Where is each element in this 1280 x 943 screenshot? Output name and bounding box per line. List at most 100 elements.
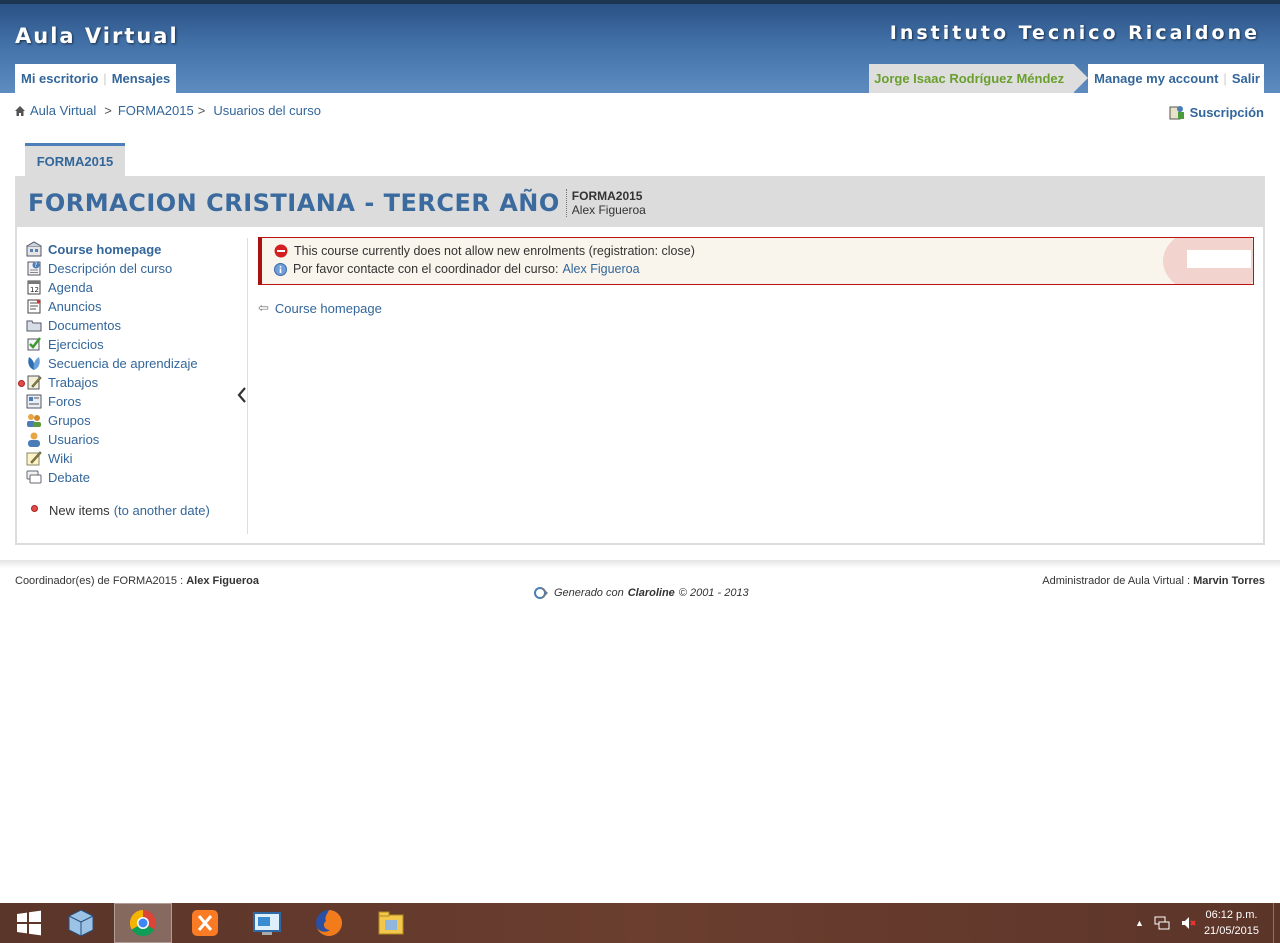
folder-icon <box>26 320 42 332</box>
nav-messages[interactable]: Mensajes <box>111 71 172 86</box>
footer-admin-link[interactable]: Marvin Torres <box>1193 575 1265 587</box>
course-code: FORMA2015 <box>571 188 643 203</box>
home-icon <box>15 105 25 116</box>
back-to-course-homepage-link[interactable]: ⇦ Course homepage <box>258 300 382 316</box>
tool-label: Documentos <box>48 318 121 333</box>
course-panel: FORMACION CRISTIANA - TERCER AÑO FORMA20… <box>15 176 1265 545</box>
tool-groups[interactable]: Grupos <box>26 411 246 430</box>
xampp-icon <box>192 910 218 936</box>
tool-course-homepage[interactable]: Course homepage <box>26 240 246 259</box>
footer-coordinator: Coordinador(es) de FORMA2015 : Alex Figu… <box>15 575 259 587</box>
tool-assignments[interactable]: Trabajos <box>18 373 246 392</box>
nav-separator: | <box>103 71 107 86</box>
tool-description[interactable]: ? Descripción del curso <box>26 259 246 278</box>
firefox-icon <box>316 910 342 936</box>
tool-agenda[interactable]: 12 Agenda <box>26 278 246 297</box>
tool-label: Foros <box>48 394 82 409</box>
user-nav: Jorge Isaac Rodríguez Méndez Manage my a… <box>869 64 1264 93</box>
error-text: This course currently does not allow new… <box>294 244 695 258</box>
footer-coordinator-link[interactable]: Alex Figueroa <box>186 575 259 587</box>
remote-desktop-icon <box>253 912 281 935</box>
message-decoration <box>1187 250 1251 268</box>
breadcrumb-item-home[interactable]: Aula Virtual <box>30 103 96 118</box>
network-icon[interactable] <box>1154 915 1170 931</box>
new-item-dot <box>18 380 25 387</box>
footer-divider <box>0 560 1280 568</box>
user-name[interactable]: Jorge Isaac Rodríguez Méndez <box>869 64 1089 93</box>
description-icon: ? <box>27 261 41 276</box>
site-header: Aula Virtual Instituto Tecnico Ricaldone… <box>0 0 1280 93</box>
main-nav: Mi escritorio | Mensajes <box>15 64 177 93</box>
another-date-link[interactable]: (to another date) <box>114 503 210 518</box>
tool-learning-path[interactable]: Secuencia de aprendizaje <box>26 354 246 373</box>
system-clock[interactable]: 06:12 p.m. 21/05/2015 <box>1204 907 1259 939</box>
new-items-label: New items <box>49 503 110 518</box>
tool-label: Trabajos <box>48 375 99 390</box>
tool-forums[interactable]: Foros <box>26 392 246 411</box>
tool-label: Usuarios <box>48 432 100 447</box>
enrolment-message-box: This course currently does not allow new… <box>258 237 1254 285</box>
svg-text:?: ? <box>34 262 37 269</box>
taskbar-app-box[interactable] <box>52 903 110 943</box>
tool-label: Anuncios <box>48 299 102 314</box>
tool-documents[interactable]: Documentos <box>26 316 246 335</box>
institution-name[interactable]: Instituto Tecnico Ricaldone <box>890 22 1260 44</box>
speaker-muted-icon[interactable] <box>1180 915 1196 931</box>
course-tool-list: Course homepage ? Descripción del curso … <box>18 240 246 487</box>
taskbar-app-xampp[interactable] <box>176 903 234 943</box>
breadcrumb: Aula Virtual > FORMA2015 > Usuarios del … <box>15 103 321 118</box>
learning-path-icon <box>28 357 40 370</box>
wiki-icon <box>26 451 42 466</box>
chat-icon <box>26 470 42 484</box>
virtualbox-icon <box>68 909 94 937</box>
calendar-icon: 12 <box>27 280 41 295</box>
taskbar-app-chrome[interactable] <box>114 903 172 943</box>
course-meta: FORMA2015 Alex Figueroa <box>565 188 646 217</box>
tab-course[interactable]: FORMA2015 <box>25 143 125 176</box>
subscription-link[interactable]: Suscripción <box>1169 104 1264 120</box>
file-explorer-icon <box>378 911 404 935</box>
tool-label: Course homepage <box>48 242 162 257</box>
coordinator-link[interactable]: Alex Figueroa <box>562 262 639 276</box>
course-teacher: Alex Figueroa <box>571 202 646 217</box>
user-links: Manage my account | Salir <box>1088 64 1264 93</box>
start-button[interactable] <box>0 903 58 943</box>
footer-admin-label: Administrador de Aula Virtual : <box>1042 575 1190 587</box>
system-tray: ▲ 06:12 p.m. 21/05/2015 <box>1135 903 1280 943</box>
info-icon <box>274 262 287 276</box>
claroline-link[interactable]: Claroline <box>628 587 675 599</box>
windows-logo-icon <box>17 910 41 936</box>
taskbar-app-file-explorer[interactable] <box>362 903 420 943</box>
taskbar-app-firefox[interactable] <box>300 903 358 943</box>
show-hidden-icons-chevron-icon[interactable]: ▲ <box>1135 918 1144 928</box>
tool-exercises[interactable]: Ejercicios <box>26 335 246 354</box>
windows-taskbar: ▲ 06:12 p.m. 21/05/2015 <box>0 903 1280 943</box>
show-desktop-button[interactable] <box>1273 903 1280 943</box>
nav-separator: | <box>1223 71 1227 86</box>
breadcrumb-separator: > <box>197 103 206 118</box>
breadcrumb-item-course[interactable]: FORMA2015 <box>118 103 194 118</box>
tool-announcements[interactable]: Anuncios <box>26 297 246 316</box>
clock-time: 06:12 p.m. <box>1205 909 1258 921</box>
assignments-icon <box>27 375 42 390</box>
tool-users[interactable]: Usuarios <box>26 430 246 449</box>
tool-label: Grupos <box>48 413 91 428</box>
subscription-label: Suscripción <box>1189 104 1264 120</box>
generated-prefix: Generado con <box>554 587 624 599</box>
nav-my-desktop[interactable]: Mi escritorio <box>20 71 99 86</box>
course-home-icon <box>26 241 42 257</box>
claroline-logo-icon <box>534 587 548 599</box>
site-title[interactable]: Aula Virtual <box>15 24 179 48</box>
tool-label: Secuencia de aprendizaje <box>48 356 198 371</box>
course-title[interactable]: FORMACION CRISTIANA - TERCER AÑO <box>28 189 560 217</box>
taskbar-app-remote-desktop[interactable] <box>238 903 296 943</box>
manage-account-link[interactable]: Manage my account <box>1094 71 1218 86</box>
tool-label: Ejercicios <box>48 337 104 352</box>
tool-debate[interactable]: Debate <box>26 468 246 487</box>
tool-label: Debate <box>48 470 90 485</box>
error-icon <box>274 244 288 258</box>
breadcrumb-item-users[interactable]: Usuarios del curso <box>213 103 321 118</box>
tool-wiki[interactable]: Wiki <box>26 449 246 468</box>
logout-link[interactable]: Salir <box>1232 71 1260 86</box>
sidebar-divider <box>247 238 248 534</box>
